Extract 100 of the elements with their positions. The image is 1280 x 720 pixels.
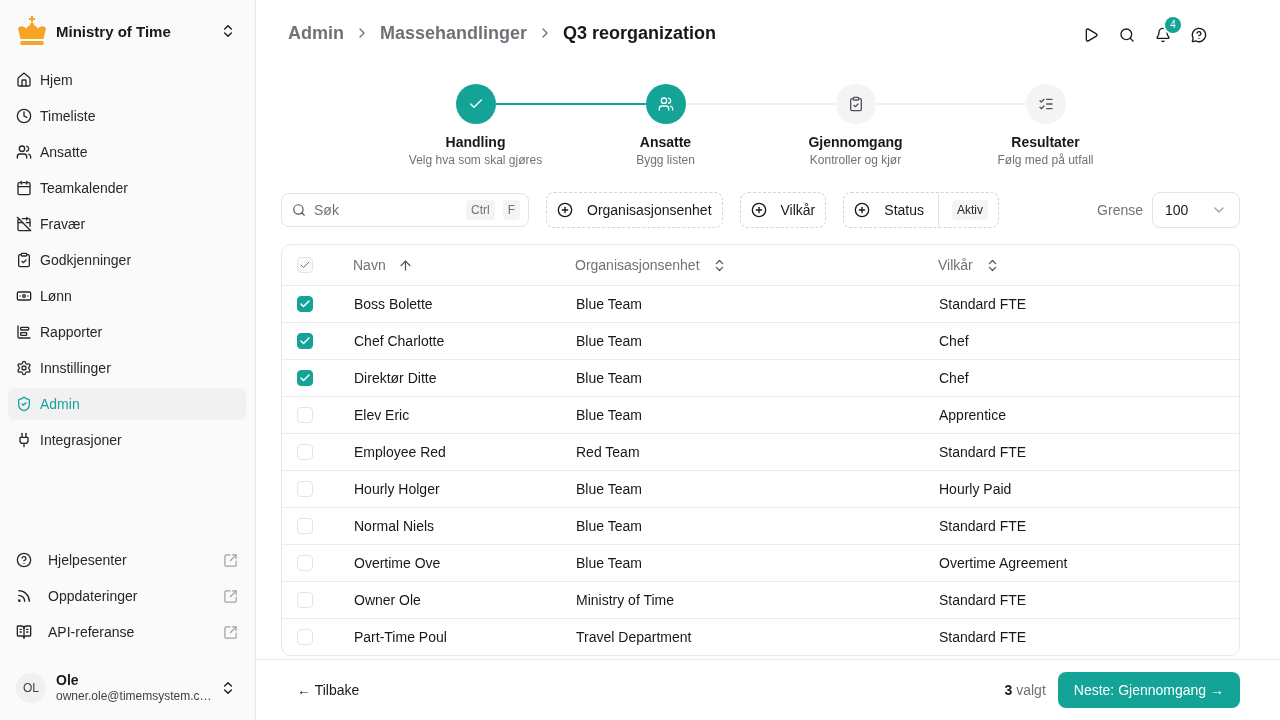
back-button[interactable]: ← Tilbake — [285, 672, 372, 708]
table-cell: Blue Team — [576, 407, 642, 423]
sidebar-link[interactable]: Hjelpesenter — [8, 544, 246, 576]
book-icon — [16, 624, 32, 640]
calendar-icon — [16, 180, 32, 196]
table-cell: Part-Time Poul — [354, 629, 447, 645]
step-users-icon — [645, 84, 686, 124]
step-subtitle: Velg hva som skal gjøres — [408, 152, 543, 168]
row-checkbox[interactable] — [297, 333, 313, 349]
play-icon — [1083, 27, 1099, 43]
table-cell: Ministry of Time — [576, 592, 674, 608]
checkmark-icon — [299, 372, 311, 384]
table-cell: Owner Ole — [354, 592, 421, 608]
table-cell: Hourly Paid — [939, 481, 1012, 497]
nav-item[interactable]: Timeliste — [8, 100, 246, 132]
step-title: Ansatte — [639, 133, 692, 152]
breadcrumb-link[interactable]: Admin — [288, 22, 344, 44]
user-avatar: OL — [16, 673, 46, 703]
checkmark-icon — [299, 259, 311, 271]
shield-check-icon — [16, 396, 32, 412]
step-subtitle: Følg med på utfall — [997, 152, 1094, 168]
notification-badge: 4 — [1165, 17, 1181, 33]
checkmark-icon — [299, 335, 311, 347]
rss-icon — [16, 588, 32, 604]
sidebar-link[interactable]: API-referanse — [8, 616, 246, 648]
nav-item[interactable]: Hjem — [8, 64, 246, 96]
plus-circle-icon — [854, 202, 871, 218]
row-checkbox[interactable] — [297, 296, 313, 312]
nav-item[interactable]: Lønn — [8, 280, 246, 312]
nav-item[interactable]: Innstillinger — [8, 352, 246, 384]
plus-circle-icon — [557, 202, 573, 218]
table-cell: Standard FTE — [939, 518, 1027, 534]
table-cell: Direktør Ditte — [354, 370, 437, 386]
plus-circle-icon — [750, 202, 767, 218]
table-cell: Apprentice — [939, 407, 1006, 423]
user-email: owner.ole@timemsystem.c… — [56, 689, 209, 704]
step-subtitle: Kontroller og kjør — [809, 152, 902, 168]
row-checkbox[interactable] — [297, 370, 313, 386]
column-header[interactable]: Organisasjonsenhet — [575, 253, 727, 277]
table-cell: Elev Eric — [354, 407, 410, 423]
table-cell: Blue Team — [576, 370, 642, 386]
table-cell: Employee Red — [354, 444, 446, 460]
home-icon — [16, 72, 32, 88]
step-subtitle: Bygg listen — [636, 152, 695, 168]
nav-item[interactable]: Godkjenninger — [8, 244, 246, 276]
table-cell: Hourly Holger — [354, 481, 440, 497]
nav-item[interactable]: Rapporter — [8, 316, 246, 348]
table-cell: Normal Niels — [354, 518, 435, 534]
table-cell: Chef — [939, 370, 969, 386]
shortcut-key: F — [502, 200, 520, 220]
external-link-icon — [223, 588, 238, 604]
step-title: Gjennomgang — [808, 133, 903, 152]
sidebar-link[interactable]: Oppdateringer — [8, 580, 246, 612]
clock-icon — [16, 108, 32, 124]
search-icon — [292, 203, 306, 217]
calendar-off-icon — [16, 216, 32, 232]
column-header[interactable]: Vilkår — [938, 253, 1000, 277]
limit-select[interactable]: 100 — [1152, 192, 1240, 228]
table-cell: Overtime Ove — [354, 555, 441, 571]
column-header[interactable]: Navn — [353, 253, 413, 277]
nav-item[interactable]: Fravær — [8, 208, 246, 240]
external-link-icon — [223, 552, 238, 568]
search-field[interactable]: Søk Ctrl F — [281, 193, 529, 227]
banknote-icon — [16, 288, 32, 304]
checkmark-icon — [299, 298, 311, 310]
limit-label: Grense — [1097, 202, 1143, 218]
search-icon — [1119, 27, 1135, 43]
help-icon — [1191, 27, 1207, 43]
user-name: Ole — [56, 672, 80, 689]
select-all-checkbox[interactable] — [297, 257, 313, 273]
breadcrumb-link[interactable]: Massehandlinger — [380, 22, 528, 44]
page-title: Q3 reorganization — [563, 22, 717, 44]
table-cell: Chef — [939, 333, 969, 349]
step-list-checks-icon — [1025, 84, 1066, 124]
bar-chart-icon — [16, 324, 32, 340]
table-cell: Boss Bolette — [354, 296, 433, 312]
table-cell: Standard FTE — [939, 592, 1027, 608]
table-cell: Standard FTE — [939, 296, 1027, 312]
step-clipboard-check-icon — [835, 84, 876, 124]
settings-icon — [16, 360, 32, 376]
shortcut-key: Ctrl — [466, 200, 495, 220]
nav-item[interactable]: Ansatte — [8, 136, 246, 168]
filter-button[interactable]: Vilkår — [739, 192, 827, 228]
filter-button[interactable]: Status Aktiv — [843, 192, 999, 228]
table-cell: Blue Team — [576, 555, 642, 571]
table-cell: Blue Team — [576, 296, 642, 312]
nav-item[interactable]: Teamkalender — [8, 172, 246, 204]
step-title: Resultater — [1011, 133, 1080, 152]
crown-icon — [16, 16, 48, 46]
step-title: Handling — [445, 133, 506, 152]
plug-icon — [16, 432, 32, 448]
table-cell: Standard FTE — [939, 444, 1027, 460]
nav-item[interactable]: Integrasjoner — [8, 424, 246, 456]
search-input[interactable]: Søk — [314, 198, 458, 222]
clipboard-check-icon — [16, 252, 32, 268]
table-cell: Standard FTE — [939, 629, 1027, 645]
filter-button[interactable]: Organisasjonsenhet — [546, 192, 723, 228]
workspace-name: Ministry of Time — [56, 22, 171, 40]
help-icon — [16, 552, 32, 568]
bell-icon — [1155, 27, 1171, 43]
